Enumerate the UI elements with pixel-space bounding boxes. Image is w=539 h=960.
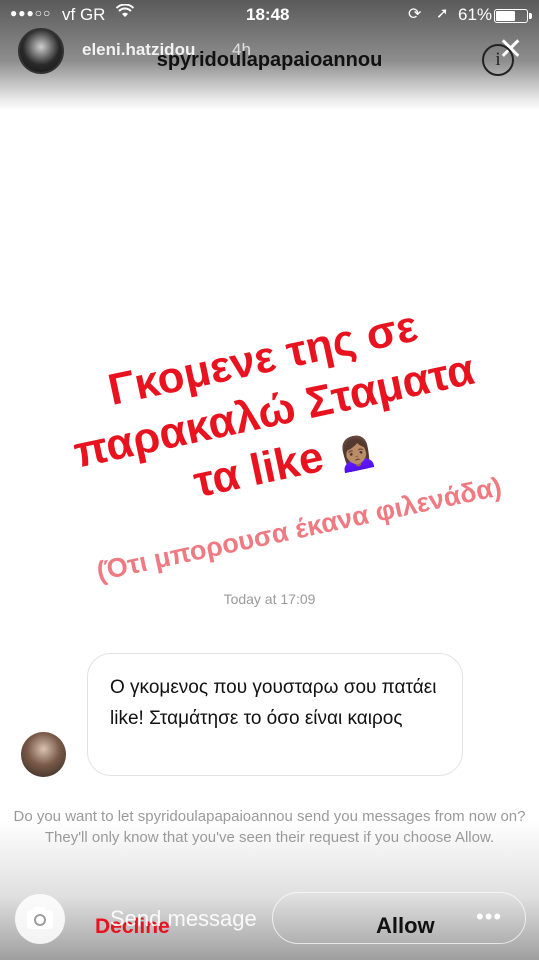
thread-title[interactable]: spyridoulapapaioannou [0, 49, 539, 72]
allow-button[interactable]: Allow [376, 913, 435, 939]
clock: 18:48 [246, 5, 290, 24]
location-icon: ➚ [436, 5, 449, 22]
rotation-lock-icon: ⟳ [408, 6, 422, 23]
sender-avatar[interactable] [21, 732, 66, 777]
message-text: Ο γκομενος που γουσταρω σου πατάει like!… [110, 677, 437, 729]
more-options-icon[interactable]: ••• [476, 904, 502, 930]
signal-strength-icon: ●●●○○ [10, 6, 52, 20]
message-request-prompt: Do you want to let spyridoulapapaioannou… [13, 808, 526, 846]
battery-icon [494, 9, 532, 23]
camera-button[interactable] [15, 894, 65, 944]
carrier-name: vf GR [62, 5, 106, 24]
info-button[interactable]: i [482, 44, 514, 76]
battery-percent: 61% [458, 5, 493, 24]
status-bar: ●●●○○ vf GR 18:48 ⟳ ➚ 61% [0, 0, 539, 30]
send-message-input[interactable]: Send message [110, 906, 257, 932]
woman-pouting-emoji-icon: 🙍🏽‍♀️ [331, 429, 381, 476]
message-bubble[interactable]: Ο γκομενος που γουσταρω σου πατάει like!… [87, 653, 463, 776]
story-reply-content[interactable]: Γκομενε της σε παρακαλώ Σταματα τα like … [42, 287, 518, 593]
wifi-icon [115, 3, 135, 23]
story-timestamp: Today at 17:09 [223, 591, 316, 607]
